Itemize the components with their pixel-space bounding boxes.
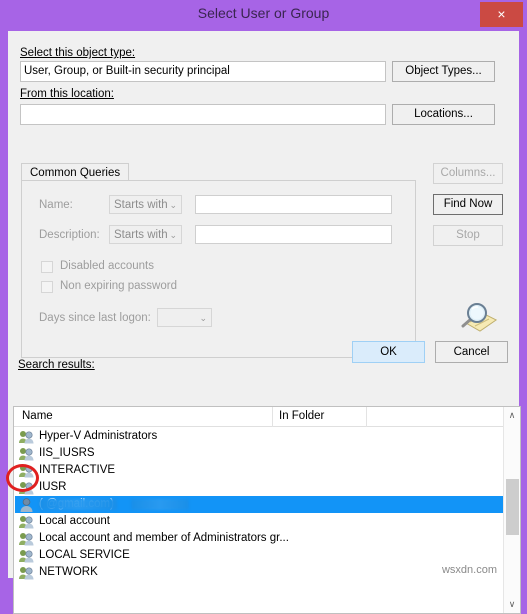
group-icon	[18, 549, 35, 563]
group-icon	[18, 447, 35, 461]
row-name: Hyper-V Administrators	[39, 430, 158, 442]
table-row[interactable]: LOCAL SERVICE	[15, 547, 505, 564]
non-expiring-password-label: Non expiring password	[60, 280, 177, 292]
name-input[interactable]	[195, 195, 392, 214]
group-icon	[18, 515, 35, 529]
column-divider[interactable]	[366, 407, 367, 427]
row-name: Local account and member of Administrato…	[39, 532, 289, 544]
table-row[interactable]: ( @gmail.com)	[15, 496, 505, 513]
dialog-client-area: Select this object type: User, Group, or…	[8, 31, 521, 614]
list-header: Name In Folder	[14, 407, 520, 427]
search-results-label: Search results:	[18, 359, 95, 371]
non-expiring-password-checkbox[interactable]	[41, 281, 53, 293]
days-since-logon-label: Days since last logon:	[39, 312, 151, 324]
location-input[interactable]	[20, 104, 386, 125]
user-icon	[18, 498, 35, 512]
chevron-down-icon: ⌄	[169, 230, 177, 240]
description-operator-value: Starts with	[114, 229, 168, 241]
object-type-input[interactable]: User, Group, or Built-in security princi…	[20, 61, 386, 82]
common-queries-panel: Name: Starts with ⌄ Description: Starts …	[21, 180, 416, 358]
column-header-name[interactable]: Name	[22, 410, 53, 422]
watermark: wsxdn.com	[441, 564, 497, 576]
object-type-label: Select this object type:	[20, 47, 136, 59]
group-icon	[18, 481, 35, 495]
scroll-down-icon[interactable]: ∨	[504, 596, 520, 613]
name-label: Name:	[39, 199, 73, 211]
row-name: NETWORK	[39, 566, 98, 578]
row-name: IIS_IUSRS	[39, 447, 95, 459]
location-label: From this location:	[20, 88, 114, 100]
table-row[interactable]: NETWORK	[15, 564, 505, 581]
cancel-button[interactable]: Cancel	[435, 341, 508, 363]
days-since-logon-select[interactable]: ⌄	[157, 308, 212, 327]
close-icon[interactable]: ×	[480, 2, 523, 27]
find-now-button[interactable]: Find Now	[433, 194, 503, 215]
redacted-name	[39, 499, 117, 510]
table-row[interactable]: INTERACTIVE	[15, 462, 505, 479]
row-name: IUSR	[39, 481, 67, 493]
row-name: Local account	[39, 515, 110, 527]
chevron-down-icon: ⌄	[169, 200, 177, 210]
magnifier-folder-icon	[456, 299, 500, 339]
row-name: LOCAL SERVICE	[39, 549, 130, 561]
select-user-or-group-dialog: Select User or Group × Select this objec…	[0, 0, 527, 614]
stop-button[interactable]: Stop	[433, 225, 503, 246]
table-row[interactable]: Local account	[15, 513, 505, 530]
column-header-in-folder[interactable]: In Folder	[279, 410, 324, 422]
window-title: Select User or Group	[197, 5, 330, 21]
description-label: Description:	[39, 229, 100, 241]
group-icon	[18, 532, 35, 546]
titlebar: Select User or Group ×	[0, 0, 527, 30]
table-row[interactable]: Hyper-V Administrators	[15, 428, 505, 445]
name-operator-value: Starts with	[114, 199, 168, 211]
group-icon	[18, 464, 35, 478]
row-name: INTERACTIVE	[39, 464, 116, 476]
disabled-accounts-label: Disabled accounts	[60, 260, 154, 272]
search-results-list[interactable]: Name In Folder Hyper-V Administrators IIS…	[13, 406, 521, 614]
ok-button[interactable]: OK	[352, 341, 425, 363]
description-operator-select[interactable]: Starts with ⌄	[109, 225, 182, 244]
tab-strip: Common Queries	[21, 163, 416, 181]
disabled-accounts-checkbox[interactable]	[41, 261, 53, 273]
table-row[interactable]: IIS_IUSRS	[15, 445, 505, 462]
table-row[interactable]: Local account and member of Administrato…	[15, 530, 505, 547]
name-operator-select[interactable]: Starts with ⌄	[109, 195, 182, 214]
group-icon	[18, 566, 35, 580]
group-icon	[18, 430, 35, 444]
vertical-scrollbar[interactable]: ∧ ∨	[503, 407, 520, 613]
description-input[interactable]	[195, 225, 392, 244]
chevron-down-icon: ⌄	[199, 313, 207, 323]
scroll-up-icon[interactable]: ∧	[504, 407, 520, 424]
column-divider[interactable]	[272, 407, 273, 427]
columns-button[interactable]: Columns...	[433, 163, 503, 184]
redacted-email	[131, 499, 189, 510]
description-label-text: Description:	[39, 229, 100, 241]
scrollbar-thumb[interactable]	[506, 479, 519, 535]
object-types-button[interactable]: Object Types...	[392, 61, 495, 82]
name-label-text: Name:	[39, 199, 73, 211]
table-row[interactable]: IUSR	[15, 479, 505, 496]
locations-button[interactable]: Locations...	[392, 104, 495, 125]
tab-common-queries[interactable]: Common Queries	[21, 163, 130, 181]
